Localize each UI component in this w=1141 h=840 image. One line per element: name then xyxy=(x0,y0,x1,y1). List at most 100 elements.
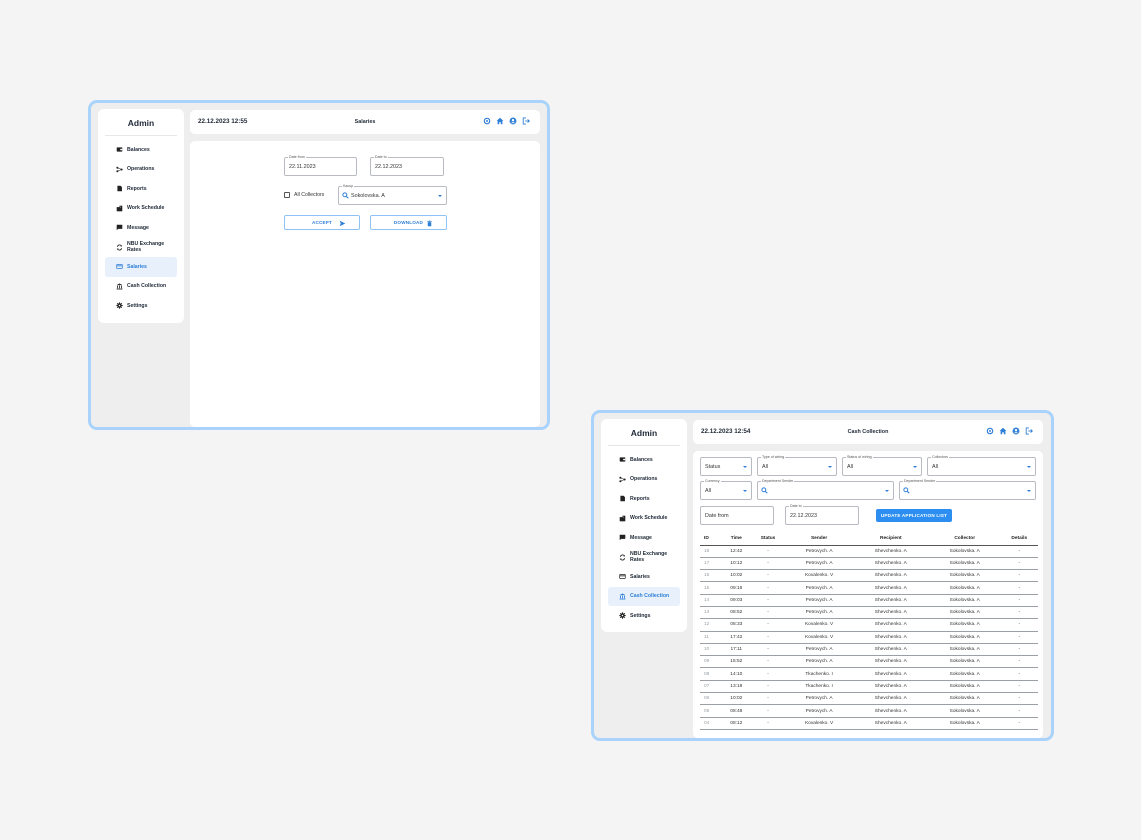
sidebar-item-nbu-exchange-rates[interactable]: NBU Exchange Rates xyxy=(608,548,680,568)
table-cell: - xyxy=(1000,643,1038,657)
table-cell: Sokolovska. A xyxy=(928,557,1001,571)
table-cell: Shevchenko. A xyxy=(852,545,929,558)
table-cell: - xyxy=(750,667,786,681)
table-cell: Petrovych. A xyxy=(785,557,853,571)
column-header[interactable]: Recipient xyxy=(852,533,929,546)
column-header[interactable]: Status xyxy=(750,533,786,546)
table-row[interactable]: 14 09:03- Petrovych. A Shevchenko. A Sokolov… xyxy=(700,594,1038,607)
chevron-down-icon[interactable] xyxy=(1027,466,1031,468)
table-cell: - xyxy=(750,581,786,595)
sidebar: Admin Balances Operations Reports Work Sche… xyxy=(98,109,184,323)
column-header[interactable]: ID xyxy=(700,533,722,546)
column-header[interactable]: Sender xyxy=(785,533,853,546)
table-row[interactable]: 15 09:16- Petrovych. A Shevchenko. A Sokolov… xyxy=(700,581,1038,595)
sidebar-item-salaries[interactable]: Salaries xyxy=(105,257,177,277)
table-cell: - xyxy=(750,618,786,632)
sidebar-item-work-schedule[interactable]: Work Schedule xyxy=(105,199,177,219)
checkbox-box[interactable] xyxy=(284,192,290,198)
table-row[interactable]: 06 10:02- Petrovych. A Shevchenko. A Sokolov… xyxy=(700,692,1038,706)
type-of-wiring-value: All xyxy=(762,464,768,470)
chevron-down-icon[interactable] xyxy=(743,466,747,468)
date-from-field[interactable]: Date from xyxy=(700,506,774,525)
user-icon[interactable] xyxy=(509,117,517,125)
message-icon xyxy=(619,534,626,541)
date-from-field[interactable]: Date from 22.11.2023 xyxy=(284,154,357,176)
chevron-down-icon[interactable] xyxy=(828,466,832,468)
table-row[interactable]: 10 17:11- Petrovych. A Shevchenko. A Sokolov… xyxy=(700,643,1038,657)
date-to-field[interactable]: Date to 22.12.2023 xyxy=(370,154,444,176)
chevron-down-icon[interactable] xyxy=(743,490,747,492)
table-cell: - xyxy=(1000,557,1038,571)
sidebar-item-label: Balances xyxy=(630,456,653,463)
user-icon[interactable] xyxy=(1012,427,1020,435)
sidebar-item-reports[interactable]: Reports xyxy=(105,179,177,199)
sidebar-item-settings[interactable]: Settings xyxy=(105,296,177,316)
table-row[interactable]: 16 10:02- Kovalenko. V Shevchenko. A Sokolov… xyxy=(700,569,1038,583)
sidebar-item-nbu-exchange-rates[interactable]: NBU Exchange Rates xyxy=(105,238,177,258)
table-cell: 15:52 xyxy=(722,655,751,669)
type-of-wiring-select[interactable]: Type of wiring All xyxy=(757,454,837,476)
chevron-down-icon[interactable] xyxy=(885,490,889,492)
table-cell: - xyxy=(750,704,786,718)
sidebar-item-settings[interactable]: Settings xyxy=(608,606,680,626)
sidebar-item-cash-collection[interactable]: Cash Collection xyxy=(608,586,680,606)
table-row[interactable]: 09 15:52- Petrovych. A Shevchenko. A Sokolov… xyxy=(700,655,1038,669)
table-row[interactable]: 04 08:12- Kovalenko. V Shevchenko. A Sokolov… xyxy=(700,717,1038,730)
table-cell: 07 xyxy=(700,680,722,694)
sidebar-list: Balances Operations Reports Work Schedule Me… xyxy=(98,136,184,316)
sidebar-item-balances[interactable]: Balances xyxy=(105,140,177,160)
table-cell: 08:33 xyxy=(722,618,751,632)
table-cell: - xyxy=(1000,545,1038,558)
sidebar-item-reports[interactable]: Reports xyxy=(608,489,680,509)
column-header[interactable]: Time xyxy=(722,533,751,546)
table-row[interactable]: 07 13:18- Tkachenko. I Shevchenko. A Sokolov… xyxy=(700,680,1038,694)
table-row[interactable]: 12 08:33- Kovalenko. V Shevchenko. A Sokolov… xyxy=(700,618,1038,632)
table-cell: - xyxy=(750,680,786,694)
table-row[interactable]: 08 14:10- Tkachenko. I Shevchenko. A Sokolov… xyxy=(700,667,1038,681)
settings-icon[interactable] xyxy=(986,427,994,435)
table-cell: 13:18 xyxy=(722,680,751,694)
table-row[interactable]: 11 17:42- Kovalenko. V Shevchenko. A Sokolov… xyxy=(700,631,1038,644)
table-row[interactable]: 05 08:48- Petrovych. A Shevchenko. A Sokolov… xyxy=(700,704,1038,718)
table-cell: - xyxy=(750,545,786,558)
update-application-list-button[interactable]: UPDATE APPLICATION LIST xyxy=(876,509,952,522)
sidebar-item-message[interactable]: Message xyxy=(105,218,177,238)
sidebar-item-salaries[interactable]: Salaries xyxy=(608,567,680,587)
cash-collection-window: Admin Balances Operations Reports Work Sche… xyxy=(591,410,1054,741)
logout-icon[interactable] xyxy=(522,117,530,125)
sidebar-item-operations[interactable]: Operations xyxy=(105,160,177,180)
home-icon[interactable] xyxy=(496,117,504,125)
accept-button[interactable]: ACCEPT xyxy=(284,215,360,230)
chevron-down-icon[interactable] xyxy=(913,466,917,468)
card-icon xyxy=(619,573,626,580)
table-row[interactable]: 17 10:12- Petrovych. A Shevchenko. A Sokolov… xyxy=(700,557,1038,571)
status-select[interactable]: Status xyxy=(700,457,752,476)
table-cell: - xyxy=(750,569,786,583)
currency-select[interactable]: Currency All xyxy=(700,478,752,500)
chevron-down-icon[interactable] xyxy=(438,195,442,197)
department-sender-select-2[interactable]: Department Sender xyxy=(899,478,1036,500)
table-row[interactable]: 13 08:52- Petrovych. A Shevchenko. A Sokolov… xyxy=(700,606,1038,620)
logout-icon[interactable] xyxy=(1025,427,1033,435)
table-cell: - xyxy=(750,717,786,730)
all-collectors-checkbox[interactable]: All Collectors xyxy=(284,192,324,198)
sidebar-item-message[interactable]: Message xyxy=(608,528,680,548)
sidebar-item-operations[interactable]: Operations xyxy=(608,470,680,490)
collectors-select[interactable]: Collectors All xyxy=(927,454,1036,476)
download-button[interactable]: DOWNLOAD xyxy=(370,215,447,230)
sidebar-item-balances[interactable]: Balances xyxy=(608,450,680,470)
column-header[interactable]: Details xyxy=(1000,533,1038,546)
table-row[interactable]: 18 12:42- Petrovych. A Shevchenko. A Sokolov… xyxy=(700,545,1038,558)
department-sender-select-1[interactable]: Department Sender xyxy=(757,478,894,500)
settings-icon[interactable] xyxy=(483,117,491,125)
table-cell: 10:12 xyxy=(722,557,751,571)
sidebar-item-work-schedule[interactable]: Work Schedule xyxy=(608,509,680,529)
table-cell: Shevchenko. A xyxy=(852,692,929,706)
status-of-wiring-select[interactable]: Status of wiring All xyxy=(842,454,922,476)
kassir-select[interactable]: Kacup Sokolovska. A xyxy=(338,183,447,205)
date-to-field[interactable]: Date to 22.12.2023 xyxy=(785,503,859,525)
chevron-down-icon[interactable] xyxy=(1027,490,1031,492)
sidebar-item-cash-collection[interactable]: Cash Collection xyxy=(105,277,177,297)
home-icon[interactable] xyxy=(999,427,1007,435)
column-header[interactable]: Collector xyxy=(928,533,1001,546)
